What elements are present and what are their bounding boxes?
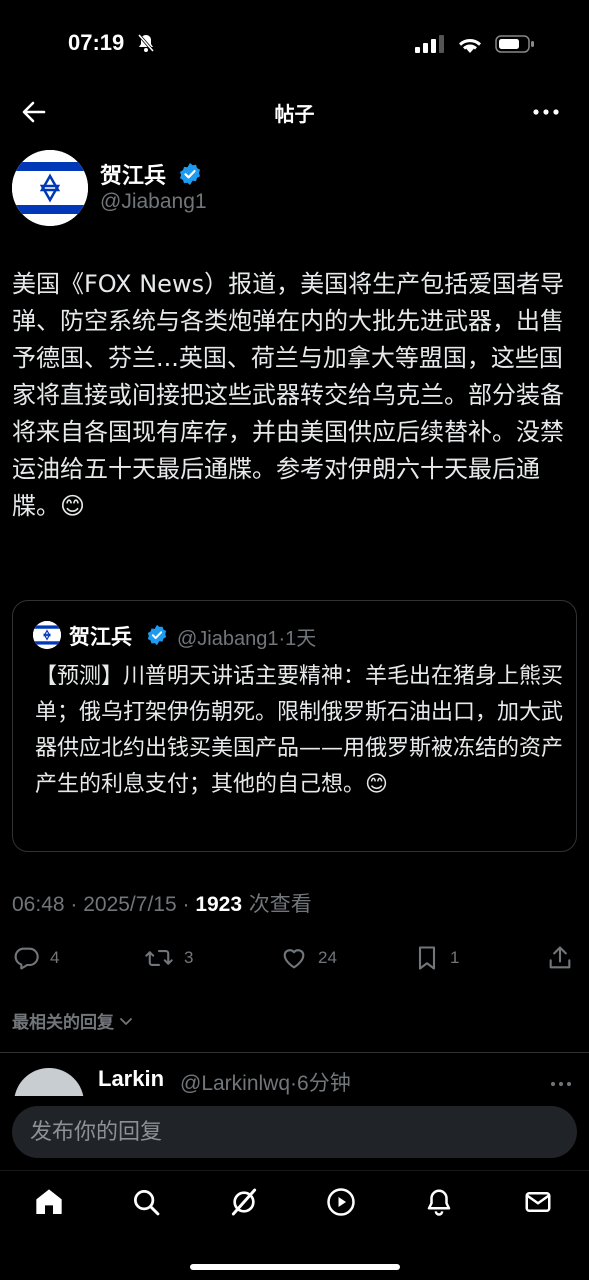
timestamp-text: 06:48 · 2025/7/15 ·: [12, 893, 196, 916]
avatar[interactable]: [33, 621, 61, 649]
action-bar: 4 3 24 1: [0, 940, 589, 980]
verified-badge-icon: [178, 162, 202, 190]
cellular-signal-icon: [415, 35, 445, 57]
view-count: 1923: [195, 893, 243, 916]
like-count: 24: [318, 948, 337, 967]
post-text: 美国《FOX News）报道，美国将生产包括爱国者导弹、防空系统与各类炮弹在内的…: [12, 270, 565, 520]
replies-sort-dropdown[interactable]: 最相关的回复: [12, 1008, 134, 1033]
israel-flag-icon: [33, 621, 61, 649]
reply-count: 4: [50, 948, 60, 967]
wifi-icon: [457, 35, 483, 57]
notifications-icon[interactable]: [422, 1185, 456, 1219]
post-timestamp: 06:48 · 2025/7/15 · 1923 次查看: [12, 888, 312, 918]
heart-icon: [283, 949, 305, 969]
more-horizontal-icon[interactable]: [531, 98, 561, 126]
status-time: 07:19: [68, 30, 125, 55]
battery-icon: [495, 34, 535, 58]
reply-meta: @Larkinlwq·6分钟: [180, 1072, 351, 1095]
quoted-text: 【预测】川普明天讲话主要精神：羊毛出在猪身上熊买单；俄乌打架伊伤朝死。限制俄罗斯…: [35, 664, 564, 797]
bell-slash-icon: [136, 33, 156, 57]
quoted-meta: @Jiabang1·1天: [177, 628, 317, 650]
repost-icon: [145, 950, 173, 966]
top-navigation: 帖子: [0, 88, 589, 138]
post-author[interactable]: 贺江兵 @Jiabang1: [12, 150, 572, 230]
share-button[interactable]: [546, 940, 574, 976]
page-title: 帖子: [274, 102, 315, 126]
video-icon[interactable]: [324, 1185, 358, 1219]
share-icon: [549, 946, 571, 969]
view-count-label: 次查看: [242, 892, 312, 916]
reply-button[interactable]: 4: [12, 940, 59, 976]
grok-icon[interactable]: [227, 1185, 261, 1219]
home-icon[interactable]: [32, 1185, 66, 1219]
avatar[interactable]: [12, 150, 88, 226]
status-bar: 07:19: [0, 0, 589, 88]
reply-input[interactable]: [12, 1106, 577, 1158]
repost-button[interactable]: 3: [144, 940, 193, 976]
replies-sort-label: 最相关的回复: [12, 1013, 114, 1033]
bookmark-icon: [418, 946, 436, 970]
reply-author-name[interactable]: Larkin: [98, 1066, 164, 1092]
more-horizontal-icon[interactable]: [549, 1074, 573, 1093]
israel-flag-icon: [12, 150, 88, 226]
search-icon[interactable]: [129, 1185, 163, 1219]
verified-badge-icon: [146, 624, 168, 650]
divider: [0, 1052, 589, 1053]
home-indicator: [190, 1264, 400, 1270]
quoted-author-name: 贺江兵: [69, 625, 132, 649]
like-button[interactable]: 24: [280, 940, 337, 976]
reply-icon: [14, 947, 39, 970]
author-name[interactable]: 贺江兵: [100, 158, 166, 190]
author-handle[interactable]: @Jiabang1: [100, 190, 207, 214]
quoted-post[interactable]: 贺江兵 @Jiabang1·1天 【预测】川普明天讲话主要精神：羊毛出在猪身上熊…: [12, 600, 577, 852]
repost-count: 3: [184, 948, 194, 967]
reply-item[interactable]: Larkin @Larkinlwq·6分钟: [0, 1060, 589, 1100]
chevron-down-icon: [120, 1017, 132, 1025]
bookmark-button[interactable]: 1: [414, 940, 459, 976]
reply-compose-bar: [0, 1096, 589, 1170]
messages-icon[interactable]: [521, 1185, 555, 1219]
bookmark-count: 1: [450, 948, 460, 967]
